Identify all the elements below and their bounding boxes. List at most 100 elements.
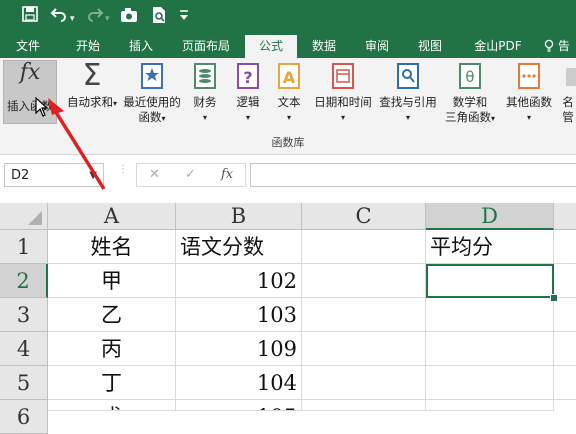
cell-e1[interactable] [554, 230, 576, 264]
lightbulb-icon [544, 39, 558, 53]
row-header-6[interactable]: 6 [0, 400, 48, 434]
customize-icon[interactable] [178, 8, 190, 28]
math-trig-label-2: 三角函数 [444, 110, 491, 124]
more-book-icon [516, 62, 542, 90]
name-box-value: D2 [11, 168, 30, 183]
cell-d1[interactable]: 平均分 [426, 230, 554, 264]
cell-a5[interactable]: 丁 [48, 366, 176, 400]
cell-c5[interactable] [302, 366, 426, 400]
cell-b4[interactable]: 109 [176, 332, 302, 366]
recently-used-label: 最近使用的 [123, 95, 181, 109]
cell-c6[interactable] [302, 400, 426, 411]
enter-icon[interactable]: ✓ [185, 167, 196, 182]
cell-c3[interactable] [302, 298, 426, 332]
logical-button[interactable]: ? 逻辑 ▾ [232, 62, 264, 125]
formula-input[interactable] [250, 163, 576, 187]
math-trig-label: 数学和 [452, 95, 488, 109]
cell-b6[interactable]: 105 [176, 400, 302, 411]
tab-file[interactable]: 文件 [6, 34, 50, 58]
row-header-5[interactable]: 5 [0, 366, 48, 400]
cancel-icon[interactable]: ✕ [149, 167, 160, 182]
tab-insert[interactable]: 插入 [118, 34, 164, 58]
name-manager-label-2: 管 [562, 110, 574, 124]
cell-c1[interactable] [302, 230, 426, 264]
financial-button[interactable]: 财务 ▾ [188, 62, 222, 125]
cell-e2[interactable] [554, 264, 576, 298]
sigma-icon: Σ [82, 58, 102, 93]
undo-icon[interactable] [50, 6, 68, 27]
logical-dropdown-icon: ▾ [245, 113, 250, 122]
tab-review[interactable]: 审阅 [355, 34, 399, 58]
tab-formulas[interactable]: 公式 [245, 35, 297, 58]
text-functions-button[interactable]: A 文本 ▾ [272, 62, 306, 125]
date-time-button[interactable]: 日期和时间 ▾ [311, 62, 375, 125]
save-icon[interactable] [22, 6, 38, 27]
row-header-4[interactable]: 4 [0, 332, 48, 366]
ribbon-panel: fx 插入函数 Σ 自动求和▾ 最近使用的 函数▾ 财务 ▾ ? 逻辑 ▾ A … [0, 58, 576, 155]
tab-data[interactable]: 数据 [302, 34, 346, 58]
more-functions-label: 其他函数 [506, 95, 552, 109]
row-header-3[interactable]: 3 [0, 298, 48, 332]
svg-text:θ: θ [465, 68, 474, 86]
worksheet-grid: A B C D 1 2 3 4 5 6 姓名 语文分数 平均分 甲 102 乙 … [0, 199, 576, 434]
undo-dropdown-icon[interactable]: ▾ [70, 9, 75, 29]
cell-a3[interactable]: 乙 [48, 298, 176, 332]
cell-a1[interactable]: 姓名 [48, 230, 176, 264]
cell-b5[interactable]: 104 [176, 366, 302, 400]
column-header-c[interactable]: C [302, 203, 426, 230]
autosum-button[interactable]: Σ 自动求和▾ [66, 58, 118, 111]
row-header-2[interactable]: 2 [0, 264, 48, 298]
row-header-1[interactable]: 1 [0, 230, 48, 264]
cell-b2[interactable]: 102 [176, 264, 302, 298]
more-functions-button[interactable]: 其他函数 ▾ [502, 62, 556, 125]
tab-wps-pdf[interactable]: 金山PDF [462, 34, 534, 58]
star-book-icon [139, 62, 165, 90]
name-box-dropdown-icon[interactable]: ▼ [83, 164, 97, 188]
name-box[interactable]: D2 ▼ [4, 163, 104, 187]
date-time-label: 日期和时间 [314, 95, 372, 109]
insert-function-icon[interactable]: fx [221, 167, 233, 182]
cell-b1[interactable]: 语文分数 [176, 230, 302, 264]
cell-c4[interactable] [302, 332, 426, 366]
redo-dropdown-icon[interactable]: ▾ [105, 9, 110, 29]
column-header-e[interactable] [554, 203, 576, 230]
lookup-reference-label: 查找与引用 [379, 95, 437, 109]
cell-a4[interactable]: 丙 [48, 332, 176, 366]
name-manager-button[interactable]: 名 管 [560, 62, 576, 125]
tab-tell-me[interactable]: 告 [544, 34, 576, 58]
svg-text:?: ? [243, 68, 252, 87]
cell-b3[interactable]: 103 [176, 298, 302, 332]
cell-d3[interactable] [426, 298, 554, 332]
cell-d5[interactable] [426, 366, 554, 400]
svg-text:A: A [283, 68, 296, 87]
select-all-corner[interactable] [0, 203, 48, 230]
financial-label: 财务 [193, 95, 217, 109]
cell-a6[interactable]: 戊 [48, 400, 176, 411]
cell-e4[interactable] [554, 332, 576, 366]
tell-me-label: 告 [557, 39, 570, 53]
tab-view[interactable]: 视图 [408, 34, 452, 58]
cell-d4[interactable] [426, 332, 554, 366]
redo-icon[interactable] [86, 6, 104, 27]
column-header-b[interactable]: B [176, 203, 302, 230]
logical-label: 逻辑 [236, 95, 260, 109]
recently-used-button[interactable]: 最近使用的 函数▾ [119, 62, 185, 126]
quick-access-toolbar: ▾ ▾ [0, 0, 576, 34]
formula-bar-grip-icon[interactable]: ⋮ [118, 165, 128, 175]
cell-d6[interactable] [426, 400, 554, 411]
magnifier-book-icon [395, 62, 421, 90]
column-header-a[interactable]: A [48, 203, 176, 230]
column-header-d[interactable]: D [426, 203, 554, 230]
tab-home[interactable]: 开始 [64, 34, 112, 58]
fill-handle[interactable] [550, 294, 558, 302]
tab-page-layout[interactable]: 页面布局 [174, 34, 238, 58]
active-cell-selection[interactable] [426, 264, 554, 298]
cell-a2[interactable]: 甲 [48, 264, 176, 298]
cell-c2[interactable] [302, 264, 426, 298]
camera-icon[interactable] [120, 6, 140, 29]
math-trig-button[interactable]: θ 数学和 三角函数▾ [440, 62, 500, 126]
cell-e5[interactable] [554, 366, 576, 400]
print-preview-icon[interactable] [150, 6, 168, 29]
lookup-reference-button[interactable]: 查找与引用 ▾ [376, 62, 440, 125]
cell-e3[interactable] [554, 298, 576, 332]
